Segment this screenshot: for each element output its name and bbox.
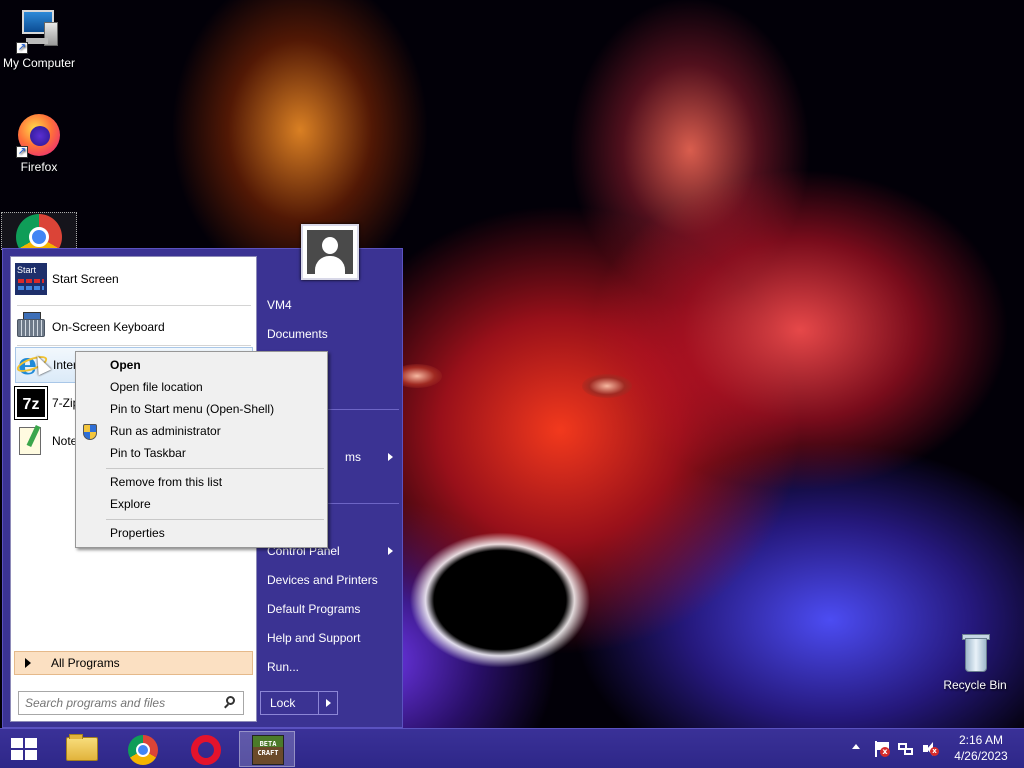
desktop-icon-recycle-bin[interactable]: Recycle Bin	[936, 630, 1014, 692]
user-icon	[307, 230, 353, 274]
desktop-icon-firefox[interactable]: ↗ Firefox	[0, 112, 78, 174]
desktop-icon-label: Recycle Bin	[943, 678, 1007, 692]
start-menu-item-label: Default Programs	[267, 602, 361, 616]
shortcut-arrow-icon: ↗	[16, 146, 28, 158]
program-item-start-screen[interactable]: Start Start Screen	[15, 261, 253, 297]
opera-icon	[191, 735, 221, 765]
chevron-right-icon	[388, 453, 393, 461]
start-menu-item-label: Devices and Printers	[267, 573, 378, 587]
shortcut-arrow-icon: ↗	[16, 42, 28, 54]
taskbar-file-explorer[interactable]	[53, 731, 109, 767]
computer-icon: ↗	[16, 8, 62, 54]
context-menu-item-label: Pin to Start menu (Open-Shell)	[110, 402, 275, 416]
desktop-icon-label: My Computer	[2, 56, 76, 70]
chrome-icon	[128, 735, 158, 765]
context-menu-item-pin-to-taskbar[interactable]: Pin to Taskbar	[110, 442, 322, 464]
action-center-flag-icon[interactable]: x	[874, 741, 890, 757]
user-avatar[interactable]	[301, 224, 359, 280]
clock-time: 2:16 AM	[958, 733, 1004, 747]
context-menu-item-properties[interactable]: Properties	[110, 522, 322, 544]
lock-button-label: Lock	[270, 696, 296, 710]
search-input[interactable]	[19, 693, 223, 713]
program-item-label: Note	[52, 434, 78, 448]
7zip-icon: 7z	[14, 386, 48, 420]
start-menu-item-label: Run...	[267, 660, 300, 674]
chevron-right-icon	[325, 699, 331, 707]
minecraft-icon: BETA CRAFT	[252, 735, 284, 765]
firefox-icon: ↗	[16, 112, 62, 158]
start-menu-item-user[interactable]: VM4	[267, 294, 399, 316]
shutdown-options-button[interactable]	[318, 692, 337, 714]
folder-icon	[66, 734, 98, 761]
windows-logo-icon	[11, 738, 38, 760]
keyboard-icon	[15, 311, 47, 343]
notepad-plus-icon	[15, 424, 47, 457]
separator	[106, 519, 324, 520]
context-menu-item-explore[interactable]: Explore	[110, 493, 322, 515]
start-menu-item-label: Help and Support	[267, 631, 361, 645]
search-icon[interactable]	[223, 696, 237, 710]
context-menu-item-remove-from-list[interactable]: Remove from this list	[110, 471, 322, 493]
recycle-bin-icon	[952, 630, 998, 676]
start-menu-item-label: Documents	[267, 327, 328, 341]
volume-muted-icon[interactable]: x	[922, 741, 939, 757]
start-menu-item-devices-and-printers[interactable]: Devices and Printers	[267, 569, 399, 591]
context-menu-item-label: Open	[110, 358, 141, 372]
desktop-icon-label: Firefox	[20, 160, 58, 174]
start-menu-item-default-programs[interactable]: Default Programs	[267, 598, 399, 620]
context-menu-item-run-as-administrator[interactable]: Run as administrator	[110, 420, 322, 442]
context-menu-item-label: Remove from this list	[110, 475, 223, 489]
start-menu-item-run[interactable]: Run...	[267, 656, 399, 678]
wallpaper-wolf-eye	[582, 374, 632, 398]
context-menu-item-open[interactable]: Open	[110, 354, 322, 376]
all-programs-label: All Programs	[51, 656, 120, 670]
start-menu-item-label: VM4	[267, 298, 292, 312]
start-button[interactable]	[0, 729, 48, 768]
network-icon[interactable]	[898, 741, 914, 757]
show-hidden-icons-button[interactable]	[852, 744, 860, 749]
chevron-right-icon	[25, 658, 31, 668]
context-menu-item-label: Run as administrator	[110, 424, 221, 438]
separator	[17, 305, 251, 306]
program-item-label: On-Screen Keyboard	[52, 320, 165, 334]
chevron-right-icon	[388, 547, 393, 555]
taskbar-opera[interactable]	[177, 731, 233, 767]
taskbar-chrome[interactable]	[114, 731, 170, 767]
start-screen-icon: Start	[15, 263, 47, 295]
taskbar: BETA CRAFT x x 2:16 AM 4/26/2023	[0, 728, 1024, 768]
context-menu-item-open-file-location[interactable]: Open file location	[110, 376, 322, 398]
context-menu-item-pin-to-start-menu[interactable]: Pin to Start menu (Open-Shell)	[110, 398, 322, 420]
context-menu-item-label: Pin to Taskbar	[110, 446, 186, 460]
start-menu-item-help-and-support[interactable]: Help and Support	[267, 627, 399, 649]
taskbar-clock[interactable]: 2:16 AM 4/26/2023	[946, 732, 1016, 764]
all-programs-button[interactable]: All Programs	[14, 651, 253, 675]
desktop-icon-my-computer[interactable]: ↗ My Computer	[0, 8, 78, 70]
shield-icon	[83, 424, 97, 440]
clock-date: 4/26/2023	[954, 749, 1008, 763]
program-item-label: Start Screen	[52, 272, 119, 286]
program-item-label: Inter	[53, 358, 78, 372]
separator	[106, 468, 324, 469]
context-menu: Open Open file location Pin to Start men…	[75, 351, 328, 548]
search-box[interactable]	[18, 691, 244, 715]
separator	[17, 345, 251, 346]
start-menu-item-documents[interactable]: Documents	[267, 323, 399, 345]
taskbar-minecraft-beta[interactable]: BETA CRAFT	[239, 731, 295, 767]
context-menu-item-label: Open file location	[110, 380, 203, 394]
program-item-on-screen-keyboard[interactable]: On-Screen Keyboard	[15, 309, 253, 345]
context-menu-item-label: Explore	[110, 497, 151, 511]
lock-button[interactable]: Lock	[260, 691, 338, 715]
context-menu-item-label: Properties	[110, 526, 165, 540]
